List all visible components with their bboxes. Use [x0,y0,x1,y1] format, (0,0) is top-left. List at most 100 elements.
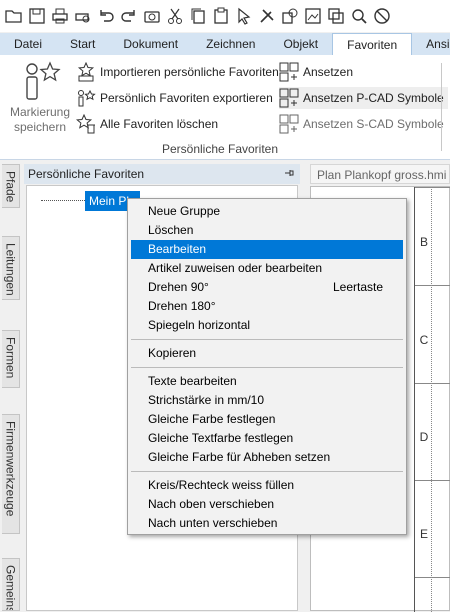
menu-item-label: Drehen 180° [148,299,216,313]
pointer-icon[interactable] [234,6,254,26]
menu-item-nach-unten-verschieben[interactable]: Nach unten verschieben [128,514,406,533]
layers-icon[interactable] [326,6,346,26]
row-label-b: B [419,235,428,249]
side-tab-pfade[interactable]: Pfade [2,164,20,208]
menu-separator [131,339,403,340]
side-tab-gemeinsam-label: Gemeins [3,565,18,611]
menu-item-label: Löschen [148,223,194,237]
menu-item-spiegeln-horizontal[interactable]: Spiegeln horizontal [128,316,406,335]
tools-icon[interactable] [257,6,277,26]
menu-item-neue-gruppe[interactable]: Neue Gruppe [128,202,406,221]
person-star-icon [26,61,61,100]
export-favorites-button[interactable]: Persönlich Favoriten exportieren [76,87,273,109]
side-tab-leitungen-label: Leitungen [3,243,18,296]
side-tab-strip: Pfade Leitungen Formen Firmenwerkzeuge G… [0,162,22,611]
ansetzen-button[interactable]: Ansetzen [279,61,353,83]
ribbon-group-label: Persönliche Favoriten [161,142,279,156]
menu-item-strichstärke-in-mm-10[interactable]: Strichstärke in mm/10 [128,391,406,410]
menu-item-label: Neue Gruppe [148,204,221,218]
menu-item-label: Bearbeiten [148,242,207,256]
save-icon[interactable] [27,6,47,26]
menu-item-label: Gleiche Farbe festlegen [148,412,276,426]
tab-zeichnen[interactable]: Zeichnen [192,33,269,55]
menu-item-löschen[interactable]: Löschen [128,221,406,240]
frame-tick [415,187,450,188]
panel-title: Persönliche Favoriten [28,167,145,181]
menu-item-label: Spiegeln horizontal [148,318,251,332]
context-menu: Neue Gruppe Löschen Bearbeiten Artikel zuwe… [127,198,407,535]
attach-scad-icon [279,114,299,134]
side-tab-pfade-label: Pfade [3,171,18,203]
tab-objekt[interactable]: Objekt [269,33,332,55]
side-tab-formen[interactable]: Formen [2,330,20,388]
print-preview-icon[interactable] [73,6,93,26]
menu-item-label: Drehen 90° [148,280,209,294]
menu-separator [131,471,403,472]
undo-icon[interactable] [96,6,116,26]
menu-item-label: Gleiche Farbe für Abheben setzen [148,450,331,464]
menu-item-bearbeiten[interactable]: Bearbeiten [131,240,403,259]
menu-item-gleiche-farbe-für-abheben-setzen[interactable]: Gleiche Farbe für Abheben setzen [128,448,406,467]
menu-item-drehen-90[interactable]: Drehen 90° Leertaste [128,278,406,297]
delete-all-favorites-button[interactable]: Alle Favoriten löschen [76,113,218,135]
ribbon-tab-bar: Datei Start Dokument Zeichnen Objekt Fav… [0,33,450,55]
pin-icon[interactable] [284,168,294,178]
delete-star-icon [76,114,95,134]
delete-all-favorites-label: Alle Favoriten löschen [100,117,219,131]
menu-item-label: Nach oben verschieben [148,497,275,511]
camera-icon[interactable] [142,6,162,26]
print-icon[interactable] [50,6,70,26]
menu-item-texte-bearbeiten[interactable]: Texte bearbeiten [128,372,406,391]
shapes-icon[interactable] [280,6,300,26]
speichern-label: speichern [13,120,67,134]
paste-icon[interactable] [211,6,231,26]
side-tab-leitungen[interactable]: Leitungen [2,236,20,300]
menu-item-gleiche-textfarbe-festlegen[interactable]: Gleiche Textfarbe festlegen [128,429,406,448]
tab-dokument[interactable]: Dokument [109,33,192,55]
menu-item-drehen-180[interactable]: Drehen 180° [128,297,406,316]
zoom-icon[interactable] [349,6,369,26]
tree-connector [41,200,87,201]
ribbon-divider [441,63,442,151]
menu-item-kreis-rechteck-weiss-füllen[interactable]: Kreis/Rechteck weiss füllen [128,476,406,495]
drawing-tab[interactable]: Plan Plankopf gross.hmi [310,164,450,184]
side-tab-gemeinsam[interactable]: Gemeins [2,558,20,611]
tab-favoriten[interactable]: Favoriten [332,33,413,55]
row-label-e: E [419,527,428,541]
side-tab-firmenwerkzeuge-label: Firmenwerkzeuge [3,421,18,517]
ansetzen-pcad-button[interactable]: Ansetzen P-CAD Symbole [279,87,448,109]
menu-item-gleiche-farbe-festlegen[interactable]: Gleiche Farbe festlegen [128,410,406,429]
cut-icon[interactable] [165,6,185,26]
frame-tick [415,577,450,578]
redo-icon[interactable] [119,6,139,26]
ansetzen-scad-label: Ansetzen S-CAD Symbole [303,117,444,131]
tab-datei[interactable]: Datei [0,33,56,55]
frame-tick [415,285,450,286]
frame-tick [415,383,450,384]
attach-pcad-icon [279,88,299,108]
frame-tick [415,480,450,481]
menu-item-label: Gleiche Textfarbe festlegen [148,431,294,445]
attach-symbol-icon [279,62,299,82]
ansetzen-scad-button[interactable]: Ansetzen S-CAD Symbole [279,113,444,135]
menu-item-label: Texte bearbeiten [148,374,237,388]
tab-ansicht[interactable]: Ansic [412,33,450,55]
quick-access-toolbar [0,0,450,32]
menu-item-artikel-zuweisen-oder-bearbeiten[interactable]: Artikel zuweisen oder bearbeiten [128,259,406,278]
row-label-c: C [419,333,429,347]
menu-separator [131,367,403,368]
open-folder-icon[interactable] [4,6,24,26]
no-entry-icon[interactable] [372,6,392,26]
menu-item-kopieren[interactable]: Kopieren [128,344,406,363]
import-favorites-button[interactable]: Importieren persönliche Favoriten [76,61,279,83]
ansetzen-label: Ansetzen [303,65,354,79]
side-tab-firmenwerkzeuge[interactable]: Firmenwerkzeuge [2,414,20,534]
markierung-speichern-button[interactable]: Markierung speichern [6,61,74,135]
gallery-icon[interactable] [303,6,323,26]
menu-item-nach-oben-verschieben[interactable]: Nach oben verschieben [128,495,406,514]
markierung-label: Markierung [9,105,71,119]
copy-icon[interactable] [188,6,208,26]
tab-start[interactable]: Start [56,33,109,55]
frame-grid-column [431,187,450,612]
menu-item-label: Kreis/Rechteck weiss füllen [148,478,295,492]
